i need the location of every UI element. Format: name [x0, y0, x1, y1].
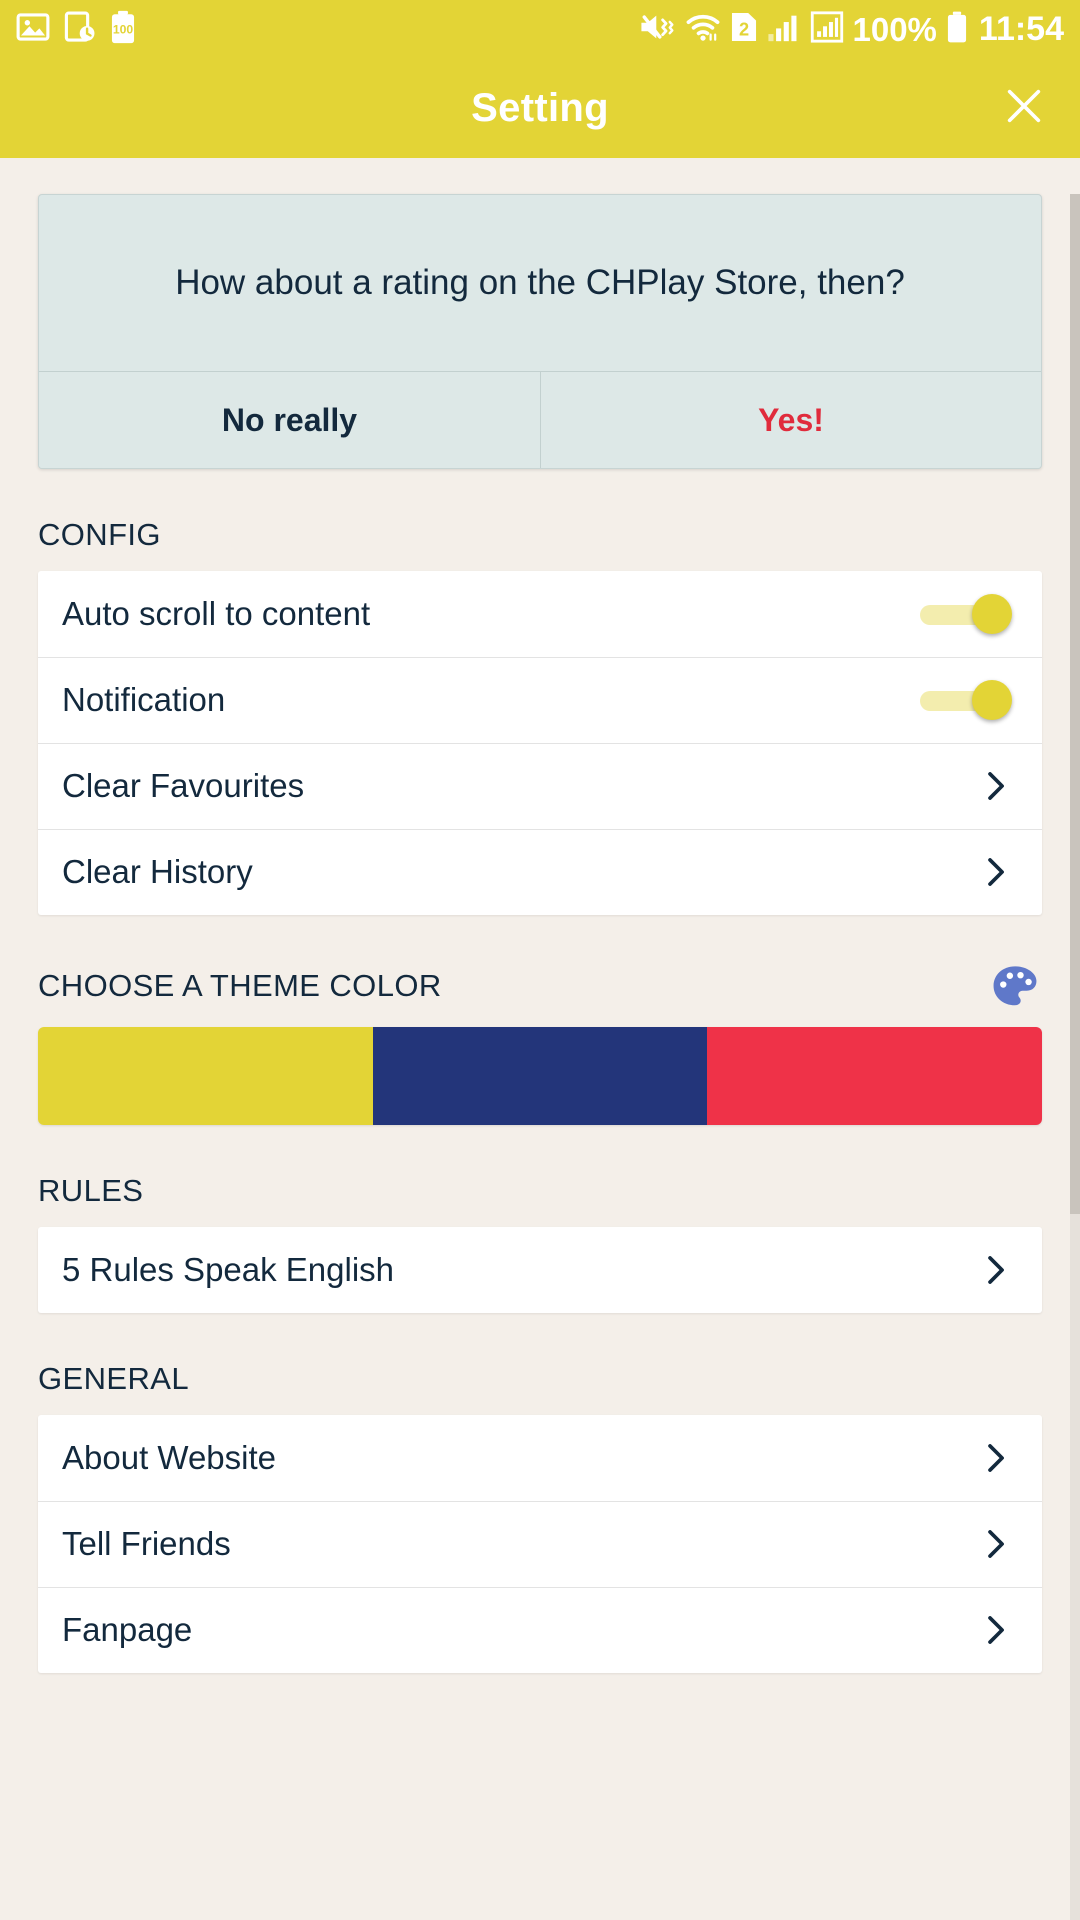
page-title: Setting [471, 85, 609, 130]
rating-accept-button[interactable]: Yes! [540, 372, 1041, 468]
status-bar-left-icons: 100 [16, 10, 136, 49]
row-label: Auto scroll to content [62, 595, 371, 632]
rating-prompt-actions: No really Yes! [39, 371, 1041, 468]
toggle-knob [972, 594, 1012, 634]
scrollbar-thumb[interactable] [1070, 194, 1080, 1214]
chevron-right-icon [978, 1441, 1012, 1475]
rating-decline-button[interactable]: No really [39, 372, 540, 468]
section-title: RULES [38, 1173, 144, 1208]
section-title: GENERAL [38, 1361, 189, 1396]
app-bar: Setting [0, 58, 1080, 158]
rating-prompt-card: How about a rating on the CHPlay Store, … [38, 194, 1042, 469]
svg-text:100: 100 [113, 22, 134, 36]
theme-swatch-navy[interactable] [372, 1027, 708, 1125]
wifi-icon [685, 10, 721, 49]
status-bar: 100 2 100% 11:54 [0, 0, 1080, 58]
row-label: Tell Friends [62, 1525, 231, 1562]
close-button[interactable] [996, 80, 1052, 136]
scrollbar-track[interactable] [1070, 194, 1080, 1920]
theme-color-swatches [38, 1027, 1042, 1125]
chevron-right-icon [978, 1253, 1012, 1287]
row-clear-favourites[interactable]: Clear Favourites [38, 743, 1042, 829]
row-clear-history[interactable]: Clear History [38, 829, 1042, 915]
row-label: Notification [62, 681, 226, 718]
row-label: Clear History [62, 853, 253, 890]
palette-icon[interactable] [988, 963, 1042, 1009]
chevron-right-icon [978, 769, 1012, 803]
status-bar-right-icons: 2 100% 11:54 [638, 10, 1064, 49]
clock-label: 11:54 [978, 10, 1064, 48]
chevron-right-icon [978, 1527, 1012, 1561]
device-clock-icon [64, 10, 96, 49]
auto-scroll-toggle[interactable] [920, 594, 1012, 634]
row-label: About Website [62, 1439, 277, 1476]
notification-toggle[interactable] [920, 680, 1012, 720]
rating-prompt-message: How about a rating on the CHPlay Store, … [175, 263, 905, 302]
chevron-right-icon [978, 855, 1012, 889]
battery-100-icon: 100 [110, 10, 136, 49]
theme-swatch-red[interactable] [707, 1027, 1042, 1125]
battery-percent-label: 100% [852, 10, 937, 48]
battery-icon [946, 10, 968, 49]
signal-bars-icon [767, 10, 801, 49]
row-tell-friends[interactable]: Tell Friends [38, 1501, 1042, 1587]
section-header-theme-color: CHOOSE A THEME COLOR [0, 963, 1080, 1009]
row-about-website[interactable]: About Website [38, 1415, 1042, 1501]
mute-vibrate-icon [638, 10, 676, 49]
gallery-image-icon [16, 10, 50, 49]
chevron-right-icon [978, 1613, 1012, 1647]
row-fanpage[interactable]: Fanpage [38, 1587, 1042, 1673]
general-list: About Website Tell Friends Fanpage [38, 1415, 1042, 1673]
section-header-config: CONFIG [0, 517, 1080, 553]
section-title: CONFIG [38, 517, 161, 552]
signal-boxed-icon [810, 10, 844, 49]
row-notification[interactable]: Notification [38, 657, 1042, 743]
row-auto-scroll-to-content[interactable]: Auto scroll to content [38, 571, 1042, 657]
svg-text:2: 2 [738, 19, 748, 39]
toggle-knob [972, 680, 1012, 720]
settings-screen: 100 2 100% 11:54 Setting How about a rat… [0, 0, 1080, 1920]
sim-2-icon: 2 [730, 10, 758, 49]
row-label: Clear Favourites [62, 767, 305, 804]
section-header-rules: RULES [0, 1173, 1080, 1209]
row-5-rules-speak-english[interactable]: 5 Rules Speak English [38, 1227, 1042, 1313]
config-list: Auto scroll to content Notification Clea… [38, 571, 1042, 915]
section-header-general: GENERAL [0, 1361, 1080, 1397]
row-label: Fanpage [62, 1611, 193, 1648]
close-icon [1001, 83, 1047, 134]
section-title: CHOOSE A THEME COLOR [38, 968, 442, 1003]
row-label: 5 Rules Speak English [62, 1251, 395, 1288]
rules-list: 5 Rules Speak English [38, 1227, 1042, 1313]
theme-swatch-yellow[interactable] [38, 1027, 373, 1125]
settings-content: How about a rating on the CHPlay Store, … [0, 194, 1080, 1920]
